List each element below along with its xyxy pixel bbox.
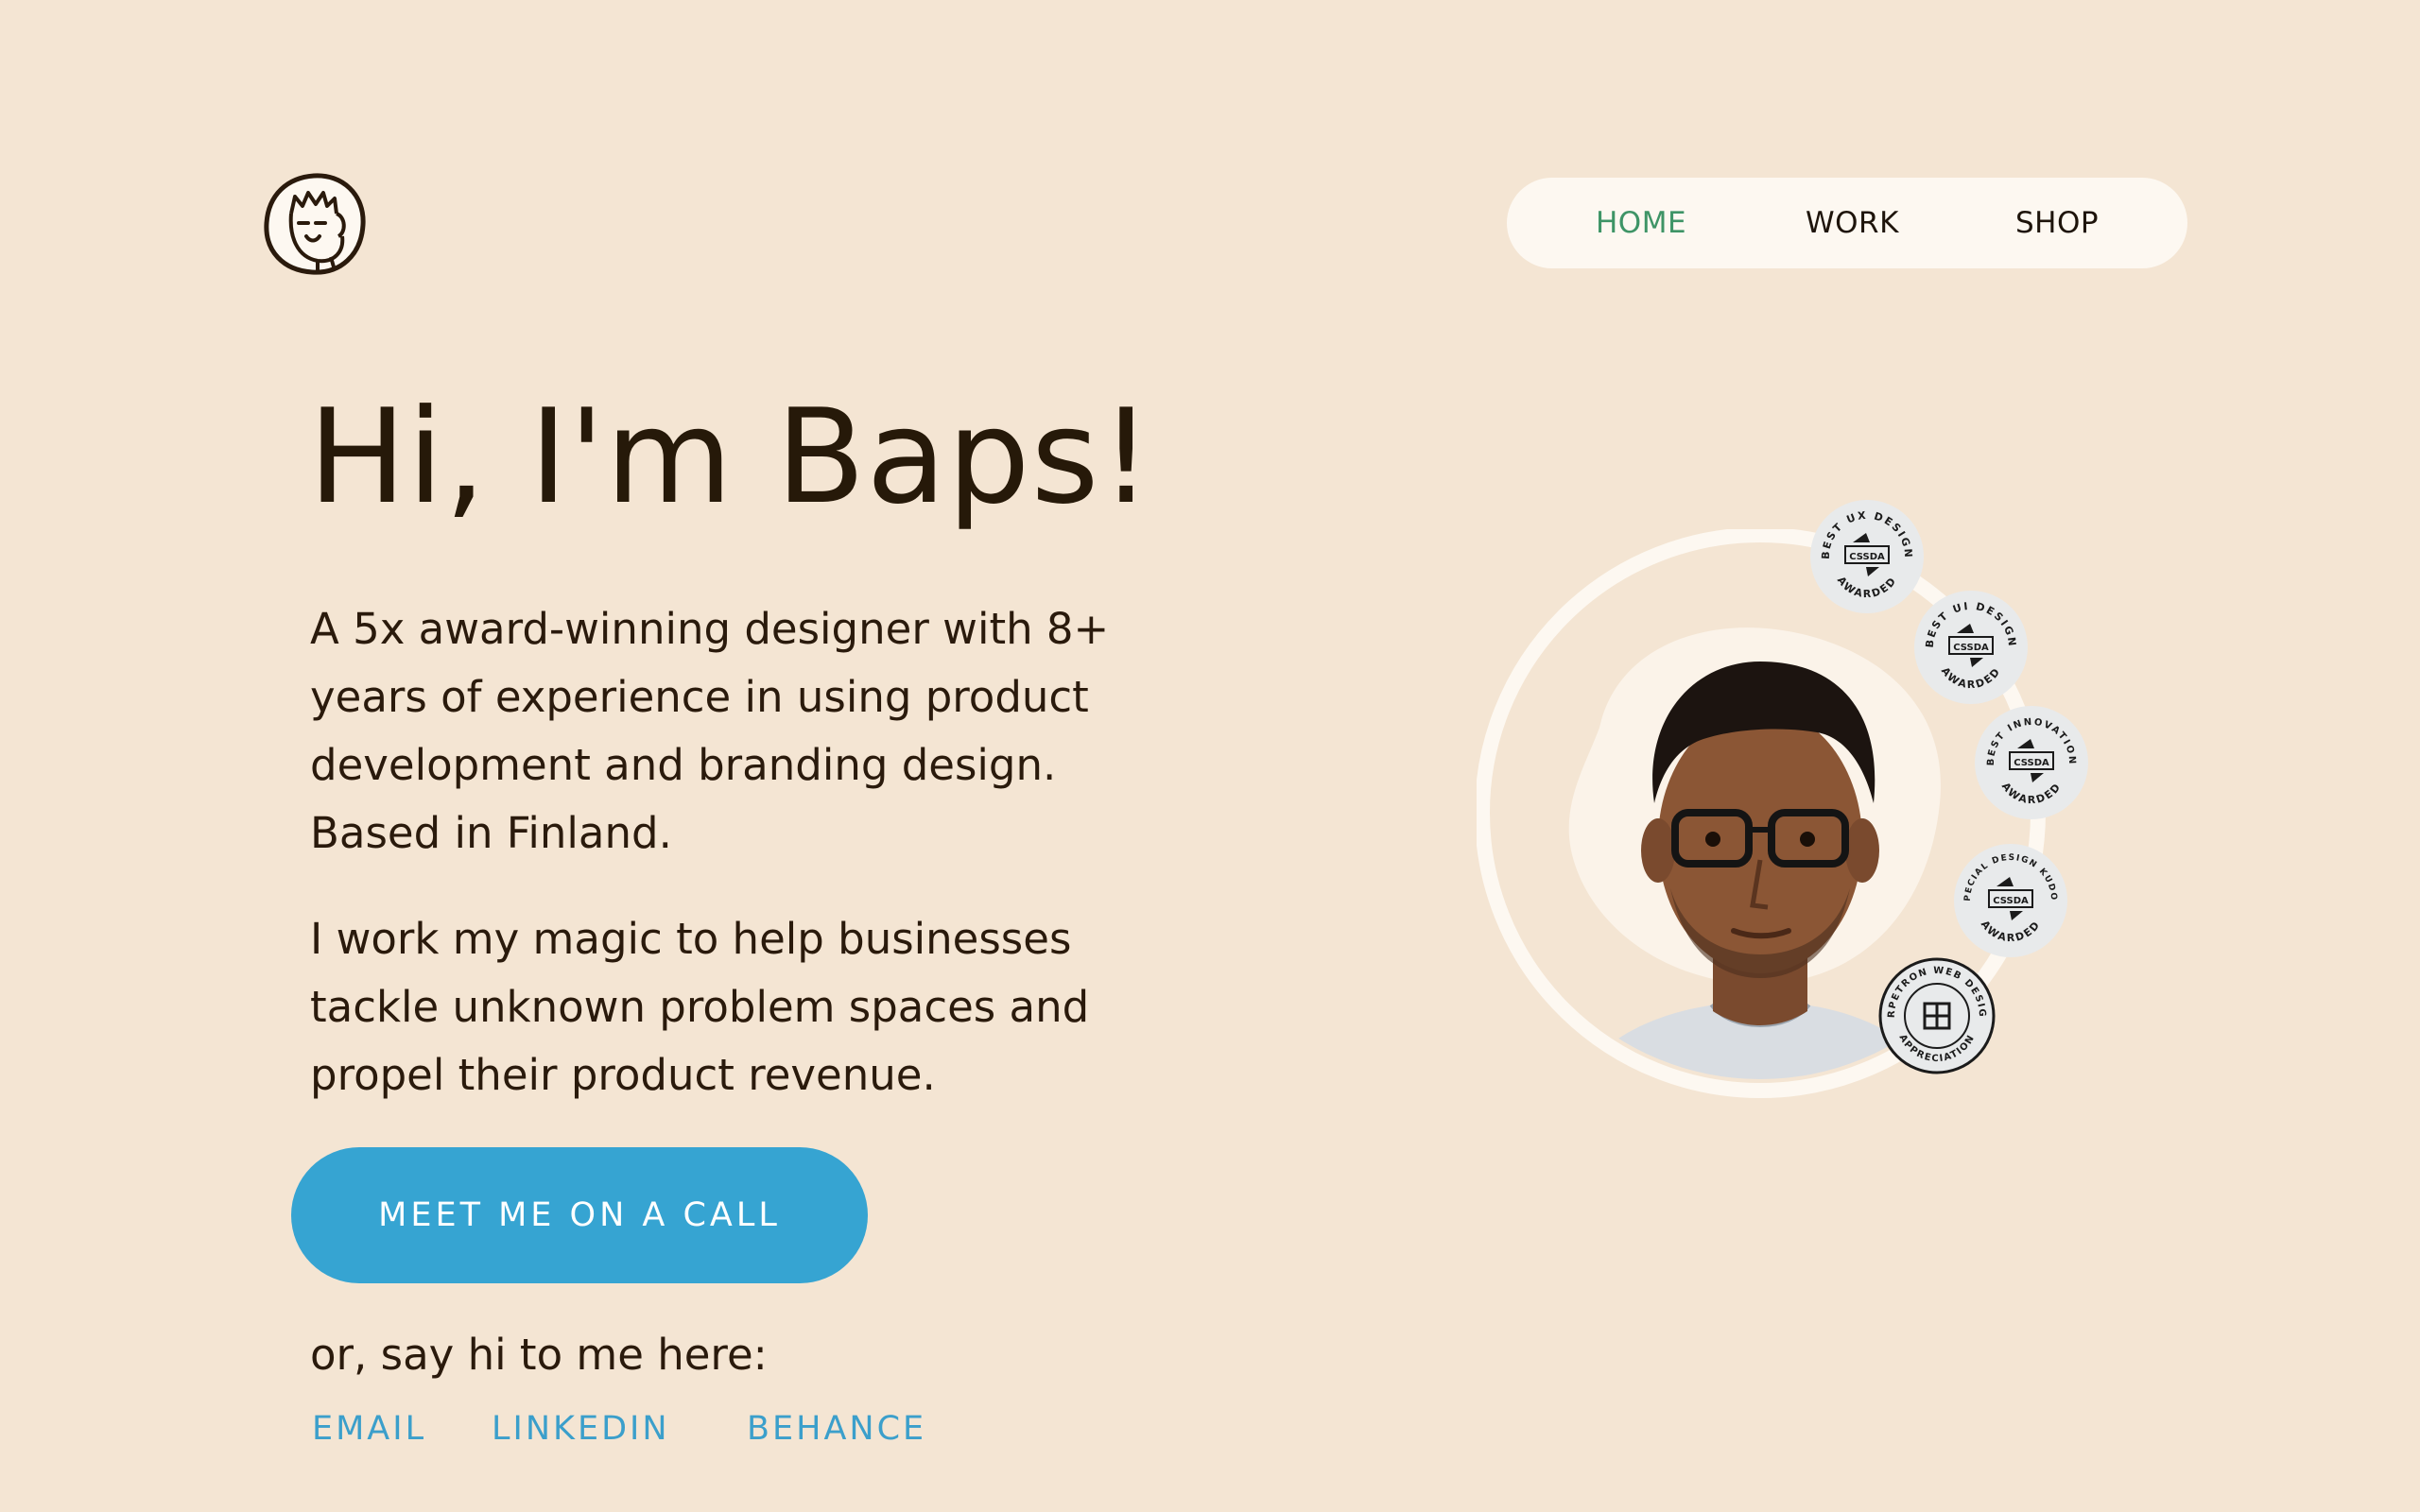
nav-work[interactable]: WORK	[1806, 178, 1899, 268]
nav-shop[interactable]: SHOP	[2015, 178, 2099, 268]
cssda-kudos-award-badge: SPECIAL DESIGN KUDOS CSSDA AWARDED	[1951, 841, 2067, 957]
cssda-ux-award-badge: BEST UX DESIGN CSSDA AWARDED	[1810, 500, 1924, 613]
nav-home[interactable]: HOME	[1596, 178, 1686, 268]
avatar-doodle-icon	[264, 173, 366, 275]
main-nav: HOME WORK SHOP	[1507, 178, 2187, 268]
cssda-ui-award-badge: BEST UI DESIGN CSSDA AWARDED	[1914, 591, 2028, 704]
intro-paragraph-2: I work my magic to help businesses tackl…	[310, 914, 1090, 1100]
behance-link[interactable]: BEHANCE	[747, 1402, 926, 1455]
contact-prompt: or, say hi to me here:	[310, 1330, 768, 1380]
svg-text:CSSDA: CSSDA	[1953, 643, 1989, 653]
cssda-innovation-award-badge: BEST INNOVATION CSSDA AWARDED	[1975, 706, 2088, 819]
linkedin-link[interactable]: LINKEDIN	[492, 1402, 670, 1455]
svg-text:CSSDA: CSSDA	[1849, 552, 1885, 562]
orpetron-appreciation-badge: ORPETRON WEB DESIGN APPRECIATION	[1877, 956, 1996, 1074]
svg-text:CSSDA: CSSDA	[2014, 758, 2049, 768]
email-link[interactable]: EMAIL	[312, 1402, 426, 1455]
logo[interactable]	[259, 170, 369, 278]
profile-portrait: BEST UX DESIGN CSSDA AWARDED BEST UI DES…	[1475, 500, 2088, 1115]
svg-text:CSSDA: CSSDA	[1993, 896, 2029, 906]
intro-paragraph-1: A 5x award-winning designer with 8+ year…	[310, 604, 1110, 858]
hero-title: Hi, I'm Baps!	[308, 381, 1153, 533]
meet-on-call-button[interactable]: MEET ME ON A CALL	[291, 1147, 868, 1283]
